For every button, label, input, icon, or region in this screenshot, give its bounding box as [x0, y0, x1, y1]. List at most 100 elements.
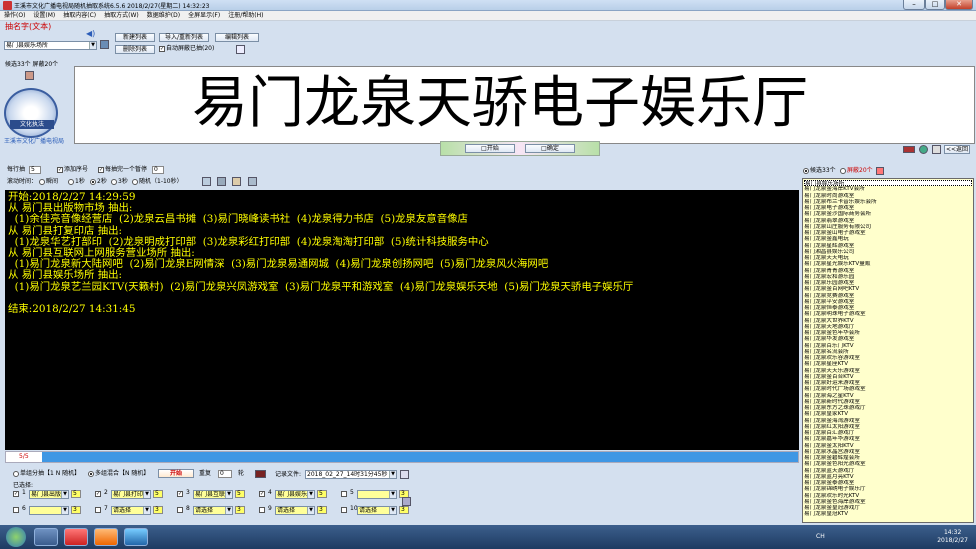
group-count[interactable]: 5: [235, 490, 245, 498]
mode-single-radio[interactable]: 单组分抽【1 N 随机】: [13, 470, 80, 478]
menu-data[interactable]: 数据维护(D): [143, 11, 184, 21]
help-icon[interactable]: [919, 145, 928, 154]
repeat-label: 重复: [199, 470, 212, 477]
open-file-icon[interactable]: [400, 470, 409, 479]
group-select[interactable]: 请选择 ▼: [111, 506, 151, 515]
category-select[interactable]: 易门县娱乐场所 ▼: [4, 41, 97, 50]
auto-mask-checkbox[interactable]: ✓ 自动屏蔽已抽(20): [159, 45, 214, 53]
small-start-button[interactable]: 开始: [158, 469, 194, 478]
interval-1s[interactable]: 1秒: [68, 178, 85, 186]
flag-icon[interactable]: [903, 146, 915, 153]
group-checkbox[interactable]: [341, 506, 348, 514]
org-name: 王溪市文化广播电视局: [4, 138, 65, 145]
add-group-icon[interactable]: [402, 497, 411, 506]
group-checkbox[interactable]: ✓: [95, 490, 102, 498]
menu-operate[interactable]: 操作(O): [0, 11, 29, 21]
group-select[interactable]: 请选择 ▼: [357, 506, 397, 515]
group-count[interactable]: 3: [317, 506, 327, 514]
menu-fullscreen[interactable]: 全屏显示(F): [184, 11, 224, 21]
settings-icon[interactable]: [932, 145, 941, 154]
group-select[interactable]: 易门县打印 ▼: [111, 490, 151, 499]
repeat-input[interactable]: 0: [218, 470, 232, 478]
interval-2s[interactable]: 2秒: [90, 178, 107, 186]
interval-3s[interactable]: 3秒: [111, 178, 128, 186]
confirm-button[interactable]: □确定: [525, 144, 575, 153]
interval-random[interactable]: 随机（1-10秒）: [132, 178, 183, 186]
group-number: 4: [268, 489, 272, 496]
group-count[interactable]: 3: [235, 506, 245, 514]
stats-text: 候选33个 屏蔽20个: [5, 61, 59, 68]
group-count[interactable]: 5: [71, 490, 81, 498]
tool-icon-2[interactable]: [248, 177, 257, 186]
interval-instant[interactable]: 瞬间: [39, 178, 58, 186]
menu-method[interactable]: 抽取方式(W): [100, 11, 143, 21]
group-checkbox[interactable]: ✓: [177, 490, 184, 498]
per-row-input[interactable]: 5: [29, 166, 41, 174]
group-checkbox[interactable]: [259, 506, 266, 514]
group-count[interactable]: 5: [317, 490, 327, 498]
console-line: 结束:2018/2/27 14:31:45: [8, 302, 136, 315]
app-icon-red[interactable]: [64, 528, 88, 546]
group-count[interactable]: 3: [153, 506, 163, 514]
speaker-icon[interactable]: ◀): [86, 30, 95, 38]
group-checkbox[interactable]: [13, 506, 20, 514]
app-icon-blue[interactable]: [124, 528, 148, 546]
group-select[interactable]: ▼: [29, 506, 69, 515]
tool-icon-1[interactable]: [202, 177, 211, 186]
title-bar: 王溪市文化广播电视局随机抽取系统6.5.6 2018/2/27(星期二) 14:…: [0, 0, 976, 11]
pause-input[interactable]: 0: [152, 166, 164, 174]
pause-checkbox[interactable]: ✓ 每抽完一个暂停: [98, 166, 147, 174]
group-select[interactable]: 易门县出版 ▼: [29, 490, 69, 499]
menu-content[interactable]: 抽取内容(C): [59, 11, 100, 21]
org-logo: 文化执法: [4, 88, 58, 138]
group-select[interactable]: 易门县娱乐 ▼: [275, 490, 315, 499]
menu-help[interactable]: 注册/帮助(H): [224, 11, 267, 21]
group-checkbox[interactable]: [177, 506, 184, 514]
group-checkbox[interactable]: [341, 490, 348, 498]
image-icon[interactable]: [25, 71, 34, 80]
group-checkbox[interactable]: [95, 506, 102, 514]
menu-bar: 操作(O) 设置(M) 抽取内容(C) 抽取方式(W) 数据维护(D) 全屏显示(F) 注册…: [0, 11, 976, 21]
group-select[interactable]: 请选择 ▼: [275, 506, 315, 515]
add-seq-checkbox[interactable]: ✓ 添加序号: [57, 166, 88, 174]
group-select[interactable]: 请选择 ▼: [193, 506, 233, 515]
group-count[interactable]: 5: [153, 490, 163, 498]
record-file-select[interactable]: 2018_02_27_14时31分45秒 ▼: [305, 470, 397, 479]
language-indicator[interactable]: CH: [816, 533, 825, 541]
candidate-radio[interactable]: 候选33个: [803, 167, 836, 175]
edit-icon[interactable]: [236, 45, 245, 54]
minimize-button[interactable]: –: [903, 0, 925, 10]
new-list-button[interactable]: 新建列表: [115, 33, 155, 42]
app-icon-orange[interactable]: [94, 528, 118, 546]
save-icon[interactable]: [217, 177, 226, 186]
group-select[interactable]: 易门县互联 ▼: [193, 490, 233, 499]
stop-icon[interactable]: [255, 470, 266, 478]
window-title: 王溪市文化广播电视局随机抽取系统6.5.6 2018/2/27(星期二) 14:…: [14, 3, 210, 10]
candidate-list[interactable]: 易门县娱乐场所 易门龙泉金海岸KTV会所 易门龙泉时尚游戏室 易门龙泉布兰卡音乐娱乐会…: [802, 178, 974, 523]
delete-list-button[interactable]: 删除列表: [115, 45, 155, 54]
close-button[interactable]: ✕: [945, 0, 973, 10]
explorer-icon[interactable]: [34, 528, 58, 546]
group-count[interactable]: 3: [399, 506, 409, 514]
start-button[interactable]: □开始: [465, 144, 515, 153]
group-checkbox[interactable]: ✓: [13, 490, 20, 498]
group-count[interactable]: 3: [71, 506, 81, 514]
record-label: 记录文件:: [275, 471, 302, 478]
group-number: 8: [186, 505, 190, 512]
group-checkbox[interactable]: ✓: [259, 490, 266, 498]
start-orb-icon[interactable]: [6, 527, 26, 547]
group-select[interactable]: ▼: [357, 490, 397, 499]
maximize-button[interactable]: □: [925, 0, 945, 10]
list-item[interactable]: 易门龙泉皇冠KTV: [804, 511, 972, 517]
clear-icon[interactable]: [876, 167, 884, 175]
picture-icon[interactable]: [100, 40, 109, 49]
list-heading: 抽名字(文本): [5, 22, 52, 31]
edit-list-button[interactable]: 编辑列表: [215, 33, 259, 42]
masked-radio[interactable]: 屏蔽20个: [840, 167, 873, 175]
import-list-button[interactable]: 导入/重新列表: [159, 33, 209, 42]
system-clock[interactable]: 14:32 2018/2/27: [937, 529, 968, 545]
menu-settings[interactable]: 设置(M): [29, 11, 59, 21]
edit-icon-2[interactable]: [232, 177, 241, 186]
mode-multi-radio[interactable]: 多组混合【N 随机】: [88, 470, 149, 478]
return-button[interactable]: <<返回: [944, 145, 970, 154]
